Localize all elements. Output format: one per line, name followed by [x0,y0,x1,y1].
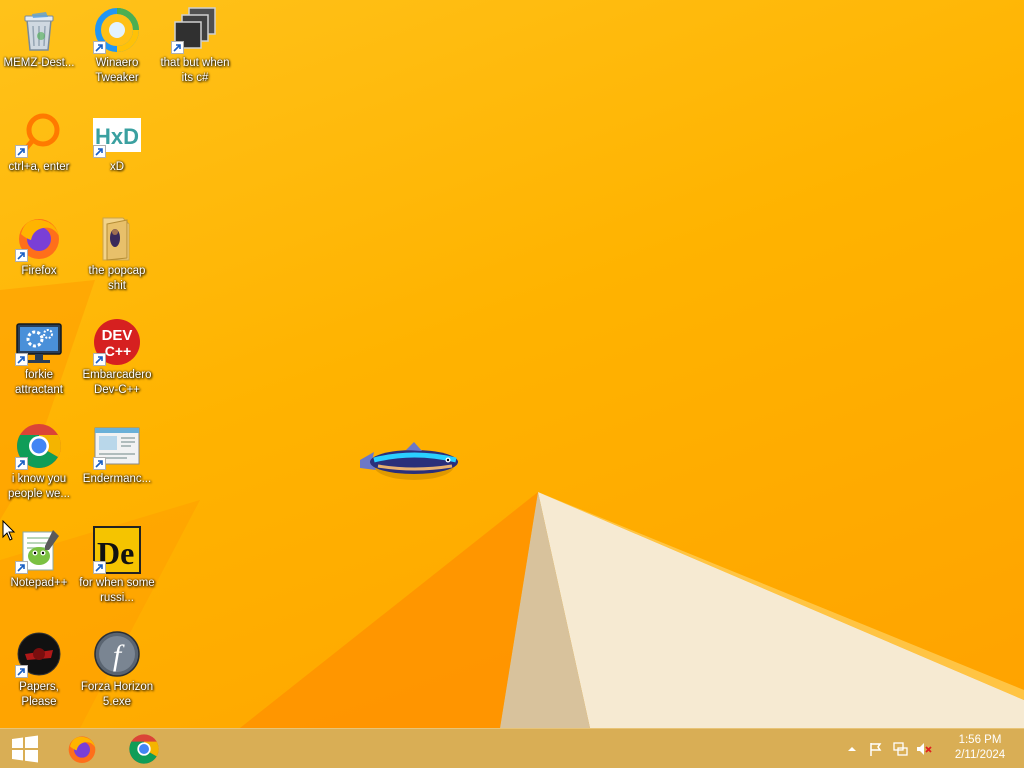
shortcut-arrow-icon [15,561,28,574]
flag-icon[interactable] [868,741,884,757]
shortcut-arrow-icon [93,41,106,54]
window-app-icon [93,422,141,470]
desktop-icon-chrome[interactable]: i know you people we... [0,416,78,502]
stacked-windows-icon [171,6,219,54]
desktop-icon-devcpp[interactable]: DEV C++ Embarcadero Dev-C++ [78,312,156,398]
desktop-icon-memz[interactable]: MEMZ-Dest... [0,0,78,71]
winaero-icon [93,6,141,54]
icon-label: Winaero Tweaker [95,57,139,84]
desktop-icon-firefox[interactable]: Firefox [0,208,78,279]
clock[interactable]: 1:56 PM 2/11/2024 [948,733,1012,763]
shortcut-arrow-icon [93,457,106,470]
desktop-icon-forza-horizon[interactable]: f Forza Horizon 5.exe [78,624,156,710]
shortcut-arrow-icon [93,145,106,158]
icon-label: Embarcadero Dev-C++ [82,369,152,396]
icon-label: i know you people we... [7,473,70,500]
devcpp-icon: DEV C++ [93,318,141,366]
icon-label: MEMZ-Dest... [3,57,75,69]
flash-icon: f [93,630,141,678]
network-icon[interactable] [892,741,908,757]
papers-please-icon [15,630,63,678]
desktop[interactable]: MEMZ-Dest... ctrl+a, enter Firefox forki… [0,0,1024,728]
icon-label: Forza Horizon 5.exe [80,681,154,708]
chrome-icon [15,422,63,470]
recycle-bin-icon [15,6,63,54]
chrome-icon [129,734,159,764]
shortcut-arrow-icon [15,249,28,262]
chevron-up-icon[interactable] [844,741,860,757]
shortcut-arrow-icon [15,665,28,678]
windows-logo-icon [12,735,38,763]
firefox-icon [68,736,96,763]
shortcut-arrow-icon [15,145,28,158]
mouse-cursor-icon [2,520,16,541]
desktop-icon-ctrl-a-enter[interactable]: ctrl+a, enter [0,104,78,175]
hxd-icon: HxD [93,110,141,158]
monitor-gears-icon [15,318,63,366]
clock-date: 2/11/2024 [954,749,1006,761]
firefox-icon [15,214,63,262]
icon-label: for when some russi... [79,577,155,604]
desktop-icon-popcap[interactable]: the popcap shit [78,208,156,294]
desktop-icon-for-when-some-russi[interactable]: De for when some russi... [78,520,156,606]
devcpp-logo-line2: C++ [105,343,131,359]
notepadpp-icon [15,526,63,574]
desktop-icon-papers-please[interactable]: Papers, Please [0,624,78,710]
taskbar-button-chrome[interactable] [118,729,170,769]
desktop-icon-endermanch[interactable]: Endermanc... [78,416,156,487]
icon-label: Notepad++ [10,577,68,589]
icon-label: the popcap shit [88,265,146,292]
taskbar: 1:56 PM 2/11/2024 [0,728,1024,768]
shortcut-arrow-icon [93,561,106,574]
icon-label: xD [109,161,125,173]
desktop-icon-that-but-when-its-csharp[interactable]: that but when its c# [156,0,234,86]
desktop-icon-xd[interactable]: HxD xD [78,104,156,175]
icon-label: that but when its c# [160,57,230,84]
shortcut-arrow-icon [171,41,184,54]
icon-label: forkie attractant [15,369,63,396]
shortcut-arrow-icon [93,353,106,366]
magnifier-ring-icon [15,110,63,158]
shortcut-arrow-icon [15,353,28,366]
folder-icon [93,214,141,262]
fish-desktop-pet[interactable] [356,436,466,486]
icon-label: Firefox [21,265,57,277]
icon-label: Papers, Please [19,681,59,708]
icon-label: ctrl+a, enter [8,161,70,173]
de-icon: De [93,526,141,574]
volume-muted-icon[interactable] [916,741,932,757]
desktop-icon-winaero-tweaker[interactable]: Winaero Tweaker [78,0,156,86]
taskbar-button-firefox[interactable] [56,729,108,769]
icon-label: Endermanc... [82,473,152,485]
start-button[interactable] [0,729,50,769]
desktop-icon-forkie-attractant[interactable]: forkie attractant [0,312,78,398]
clock-time: 1:56 PM [958,734,1002,746]
system-tray: 1:56 PM 2/11/2024 [834,729,1024,769]
devcpp-logo-line1: DEV [102,327,133,344]
shortcut-arrow-icon [15,457,28,470]
